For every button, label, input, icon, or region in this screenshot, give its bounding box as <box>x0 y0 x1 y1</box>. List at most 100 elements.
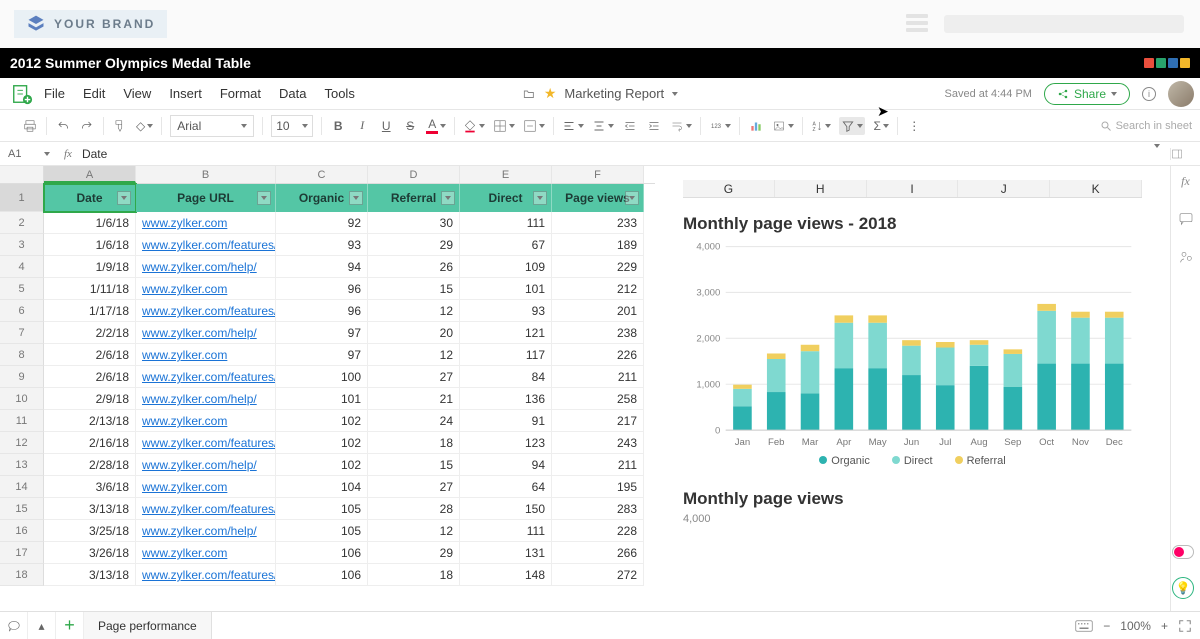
cell[interactable]: 91 <box>460 410 552 432</box>
menu-insert[interactable]: Insert <box>169 86 202 101</box>
cell[interactable]: 30 <box>368 212 460 234</box>
insights-icon[interactable]: 💡 <box>1172 577 1194 599</box>
cell[interactable]: 150 <box>460 498 552 520</box>
cell[interactable]: 109 <box>460 256 552 278</box>
cell[interactable]: www.zylker.com/features/ <box>136 432 276 454</box>
font-size-select[interactable]: 10 <box>271 115 313 137</box>
more-icon[interactable]: ⋮ <box>906 117 922 135</box>
cell[interactable]: 15 <box>368 278 460 300</box>
cell[interactable]: 18 <box>368 432 460 454</box>
chart-icon[interactable] <box>748 117 764 135</box>
col-header[interactable]: J <box>958 180 1050 197</box>
panel-toggle-icon[interactable] <box>1170 148 1200 160</box>
cell[interactable]: www.zylker.com <box>136 410 276 432</box>
cell[interactable]: 136 <box>460 388 552 410</box>
cell[interactable]: 238 <box>552 322 644 344</box>
sort-button[interactable]: AZ <box>811 117 831 135</box>
indent-dec-button[interactable] <box>622 117 638 135</box>
menu-file[interactable]: File <box>44 86 65 101</box>
cell[interactable]: 102 <box>276 432 368 454</box>
cell[interactable]: 105 <box>276 520 368 542</box>
cell[interactable]: www.zylker.com <box>136 344 276 366</box>
cell[interactable]: 104 <box>276 476 368 498</box>
cell[interactable]: 283 <box>552 498 644 520</box>
new-sheet-icon[interactable] <box>6 81 38 107</box>
filter-dropdown-icon[interactable] <box>257 191 271 205</box>
cell[interactable]: 92 <box>276 212 368 234</box>
cell[interactable]: 15 <box>368 454 460 476</box>
cell[interactable]: 106 <box>276 564 368 586</box>
table-header-cell[interactable]: Date <box>44 184 136 212</box>
search-input[interactable]: Search in sheet <box>1100 120 1192 132</box>
share-panel-icon[interactable] <box>1178 249 1194 265</box>
cell[interactable]: 258 <box>552 388 644 410</box>
table-row[interactable]: 163/25/18www.zylker.com/help/10512111228 <box>0 520 655 542</box>
table-row[interactable]: 132/28/18www.zylker.com/help/1021594211 <box>0 454 655 476</box>
cell[interactable]: 102 <box>276 410 368 432</box>
table-row[interactable]: 102/9/18www.zylker.com/help/10121136258 <box>0 388 655 410</box>
zoom-in-button[interactable]: + <box>1161 619 1168 633</box>
clear-format-icon[interactable]: ◇ <box>136 117 153 135</box>
cell[interactable]: 1/11/18 <box>44 278 136 300</box>
cell[interactable]: 131 <box>460 542 552 564</box>
table-row[interactable]: 173/26/18www.zylker.com10629131266 <box>0 542 655 564</box>
underline-button[interactable]: U <box>378 117 394 135</box>
bold-button[interactable]: B <box>330 117 346 135</box>
share-button[interactable]: Share <box>1044 83 1130 105</box>
halign-button[interactable] <box>562 117 584 135</box>
cell[interactable]: 3/25/18 <box>44 520 136 542</box>
keyboard-icon[interactable] <box>1075 620 1093 632</box>
cell[interactable]: 111 <box>460 520 552 542</box>
filter-dropdown-icon[interactable] <box>441 191 455 205</box>
cell[interactable]: 2/6/18 <box>44 344 136 366</box>
cell[interactable]: 117 <box>460 344 552 366</box>
cell[interactable]: 2/9/18 <box>44 388 136 410</box>
table-row[interactable]: 153/13/18www.zylker.com/features/1052815… <box>0 498 655 520</box>
cell[interactable]: www.zylker.com/help/ <box>136 322 276 344</box>
cell[interactable]: 121 <box>460 322 552 344</box>
avatar[interactable] <box>1168 81 1194 107</box>
cell[interactable]: www.zylker.com/features/ <box>136 234 276 256</box>
cell[interactable]: 1/6/18 <box>44 234 136 256</box>
cell[interactable]: www.zylker.com/features/ <box>136 564 276 586</box>
menu-edit[interactable]: Edit <box>83 86 105 101</box>
cell[interactable]: 12 <box>368 344 460 366</box>
formula-input[interactable]: Date <box>78 147 1144 161</box>
fx-icon[interactable]: fx <box>58 148 78 160</box>
cell[interactable]: www.zylker.com/help/ <box>136 256 276 278</box>
table-row[interactable]: 112/13/18www.zylker.com1022491217 <box>0 410 655 432</box>
filter-dropdown-icon[interactable] <box>349 191 363 205</box>
borders-button[interactable] <box>493 117 515 135</box>
formula-button[interactable]: Σ <box>873 117 889 135</box>
cell[interactable]: 12 <box>368 300 460 322</box>
cell[interactable]: 93 <box>276 234 368 256</box>
cell[interactable]: 123 <box>460 432 552 454</box>
cell[interactable]: 18 <box>368 564 460 586</box>
cell[interactable]: 105 <box>276 498 368 520</box>
cell[interactable]: 2/2/18 <box>44 322 136 344</box>
filter-button[interactable] <box>839 117 865 135</box>
cell[interactable]: 195 <box>552 476 644 498</box>
table-row[interactable]: 143/6/18www.zylker.com1042764195 <box>0 476 655 498</box>
col-header[interactable]: G <box>683 180 775 197</box>
col-header[interactable]: K <box>1050 180 1142 197</box>
wrap-button[interactable] <box>670 117 692 135</box>
cell[interactable]: 28 <box>368 498 460 520</box>
col-header[interactable]: I <box>867 180 959 197</box>
table-header-cell[interactable]: Organic <box>276 184 368 212</box>
fill-color-button[interactable] <box>463 117 485 135</box>
cell[interactable]: 97 <box>276 322 368 344</box>
table-header-cell[interactable]: Referral <box>368 184 460 212</box>
col-header[interactable]: E <box>460 166 552 183</box>
cell[interactable]: 2/16/18 <box>44 432 136 454</box>
cell[interactable]: 212 <box>552 278 644 300</box>
cell[interactable]: 12 <box>368 520 460 542</box>
expand-formula-icon[interactable] <box>1144 148 1170 160</box>
cell[interactable]: 201 <box>552 300 644 322</box>
col-header[interactable]: C <box>276 166 368 183</box>
cell[interactable]: 217 <box>552 410 644 432</box>
cell[interactable]: 24 <box>368 410 460 432</box>
chat-icon[interactable] <box>0 612 28 639</box>
fullscreen-icon[interactable] <box>1178 619 1192 633</box>
cell[interactable]: 102 <box>276 454 368 476</box>
